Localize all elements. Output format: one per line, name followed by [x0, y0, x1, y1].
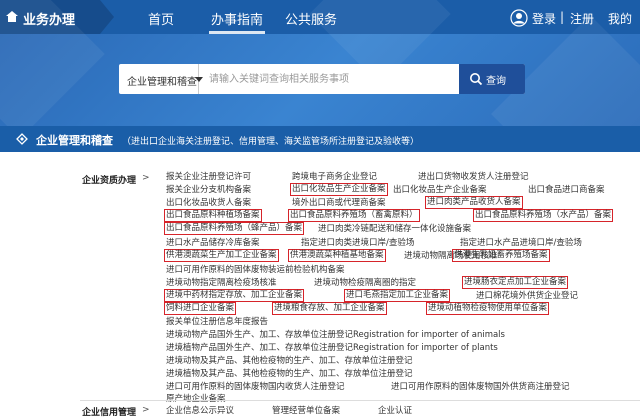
user-icon: [510, 9, 528, 27]
service-item[interactable]: 出口化妆品收货人备案: [166, 198, 251, 209]
service-item[interactable]: 报关单位注册信息年度报告: [166, 317, 268, 328]
service-item[interactable]: 出口化妆品生产企业备案: [290, 183, 388, 196]
service-item[interactable]: 进口肉类产品收货人备案: [425, 196, 523, 209]
my-link[interactable]: 我的: [608, 10, 632, 27]
service-item[interactable]: 进境动物产品国外生产、加工、存放单位注册登记Registration for i…: [166, 330, 505, 341]
service-item[interactable]: 进境粮食存放、加工企业备案: [272, 302, 387, 315]
service-item[interactable]: 进口可用作原料的固体废物国外供货商注册登记: [391, 382, 570, 393]
service-item[interactable]: 进口毛燕指定加工企业备案: [344, 289, 451, 302]
service-item[interactable]: 进境肠衣定点加工企业备案: [462, 276, 569, 289]
service-item[interactable]: 进境植物产品国外生产、加工、存放单位注册登记Registration for i…: [166, 343, 498, 354]
service-item[interactable]: 进口肉类冷链配送和储存一体化设施备案: [318, 224, 471, 235]
service-item[interactable]: 进境动物及其产品、其他检疫物的生产、加工、存放单位注册登记: [166, 356, 413, 367]
service-item[interactable]: 跨境电子商务企业登记: [292, 172, 377, 183]
section-title: 企业管理和稽查: [36, 134, 113, 147]
search-input[interactable]: [205, 64, 449, 94]
bookmark-icon: [16, 133, 28, 145]
service-item[interactable]: 境外出口商或代理商备案: [292, 198, 386, 209]
category-label: 企业信用管理: [82, 408, 137, 418]
service-item[interactable]: 指定进口肉类进境口岸/查验场: [301, 238, 414, 249]
search-icon: [470, 73, 483, 86]
search-box: 企业管理和稽查 查询: [119, 64, 525, 94]
category-arrow: >: [142, 405, 150, 415]
search-button-label: 查询: [486, 76, 506, 87]
service-item[interactable]: 出口食品原料养殖场（水产品）备案: [473, 209, 614, 222]
service-item[interactable]: 进境植物及其产品、其他检疫物的生产、加工、存放单位注册登记: [166, 369, 413, 380]
service-item[interactable]: 进口可用作原料的固体废物国内收货人注册登记: [166, 382, 345, 393]
service-item[interactable]: 供港澳蔬菜种植基地备案: [288, 249, 386, 262]
service-item[interactable]: 出口食品原料养殖场（畜禽原料）: [288, 209, 420, 222]
category-divider: [80, 400, 640, 401]
service-item[interactable]: 管理经营单位备案: [272, 406, 340, 417]
header-separator: |: [560, 10, 565, 24]
service-item[interactable]: 企业认证: [378, 406, 412, 417]
service-item[interactable]: 进境动植物检疫物使用单位备案: [426, 302, 550, 315]
service-item[interactable]: 出口化妆品生产企业备案: [393, 185, 487, 196]
service-item[interactable]: 饲料进口企业备案: [164, 302, 237, 315]
chevron-down-icon[interactable]: [195, 77, 203, 82]
service-item[interactable]: 进境动物指定隔离检疫场核准: [166, 278, 277, 289]
service-item[interactable]: 进境动物检疫隔离圈的指定: [314, 278, 416, 289]
nav-home[interactable]: 首页: [148, 9, 174, 28]
service-item[interactable]: 供港澳蔬菜生产加工企业备案: [164, 249, 279, 262]
service-item[interactable]: 进境中药材指定存放、加工企业备案: [164, 289, 305, 302]
service-item[interactable]: 进出口货物收发货人注册登记: [418, 172, 529, 183]
service-item[interactable]: 进口棉花境外供货企业登记: [476, 291, 578, 302]
category-label: 企业资质办理: [82, 176, 137, 186]
service-item[interactable]: 指定进口水产品进境口岸/查验场: [460, 238, 582, 249]
band-decoration: [491, 15, 640, 213]
service-item[interactable]: 供港生乳奶畜养殖场备案: [452, 249, 550, 262]
service-item[interactable]: 企业信息公示异议: [166, 406, 234, 417]
section-header: 企业管理和稽查 （进出口企业海关注册登记、信用管理、海关监管场所注册登记及验收等…: [0, 126, 640, 152]
search-category-select[interactable]: 企业管理和稽查: [119, 64, 199, 94]
tab-notch: [100, 0, 114, 34]
service-item[interactable]: 进口可用作原料的固体废物装运前检验机构备案: [166, 265, 345, 276]
nav-guide[interactable]: 办事指南: [211, 9, 263, 28]
service-item[interactable]: 报关企业分支机构备案: [166, 185, 251, 196]
login-link[interactable]: 登录: [532, 10, 556, 27]
service-item[interactable]: 进口水产品储存冷库备案: [166, 238, 260, 249]
service-item[interactable]: 出口食品原料种植场备案: [164, 209, 262, 222]
section-subtitle: （进出口企业海关注册登记、信用管理、海关监管场所注册登记及验收等）: [122, 137, 420, 147]
category-arrow: >: [142, 173, 150, 183]
service-item[interactable]: 出口食品原料养殖场（蜂产品）备案: [164, 222, 305, 235]
search-button[interactable]: 查询: [459, 64, 525, 94]
service-item[interactable]: 出口食品进口商备案: [528, 185, 605, 196]
service-item[interactable]: 报关企业注册登记许可: [166, 172, 251, 183]
